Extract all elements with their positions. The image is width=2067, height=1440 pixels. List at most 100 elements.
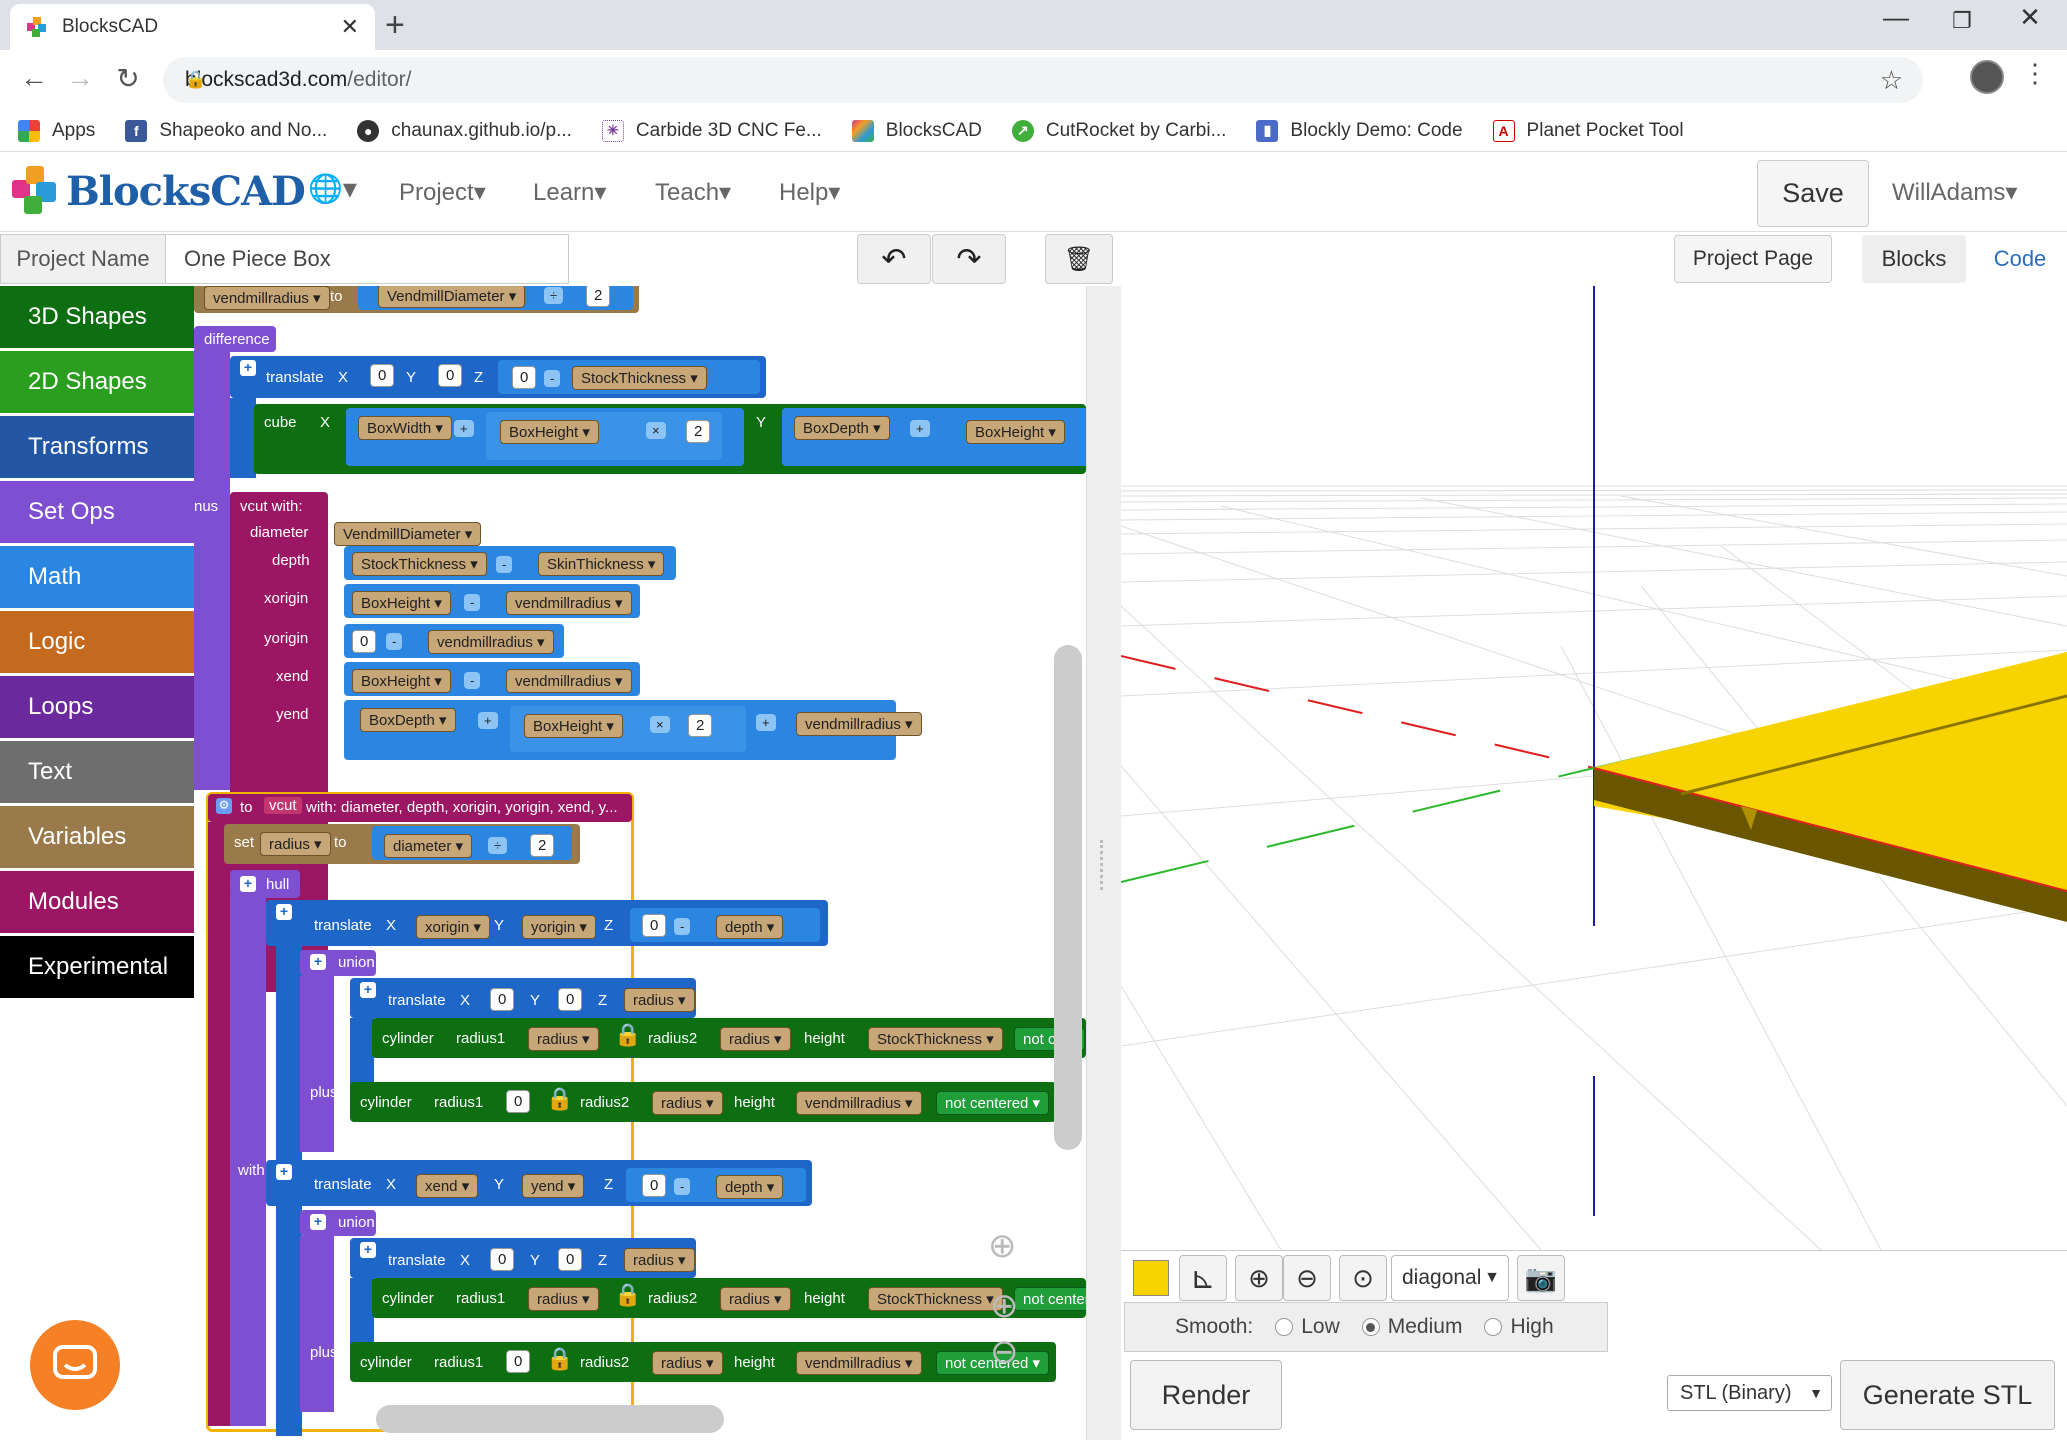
bookmark-planet-pocket[interactable]: A Planet Pocket Tool bbox=[1492, 119, 1684, 142]
screenshot-button[interactable]: 📷 bbox=[1517, 1255, 1565, 1301]
bookmark-star-icon[interactable]: ☆ bbox=[1880, 65, 1903, 96]
zoom-in-icon[interactable]: ⊕ bbox=[990, 1286, 1019, 1326]
smooth-options: Smooth: Low Medium High bbox=[1124, 1302, 1608, 1352]
tab-title: BlocksCAD bbox=[62, 16, 159, 37]
category-2d-shapes[interactable]: 2D Shapes bbox=[0, 351, 194, 413]
window-close-icon[interactable]: ✕ bbox=[2000, 2, 2060, 33]
category-set-ops[interactable]: Set Ops bbox=[0, 481, 194, 543]
smooth-medium-radio[interactable] bbox=[1361, 1318, 1380, 1336]
zoom-in-button[interactable]: ⊕ bbox=[1235, 1255, 1283, 1301]
restore-icon[interactable]: ❐ bbox=[1932, 8, 1992, 34]
lock-icon[interactable]: 🔒 bbox=[546, 1346, 573, 1372]
url-field[interactable]: 🔒 blockscad3d.com/editor/ ☆ bbox=[163, 57, 1923, 103]
github-icon: ● bbox=[357, 119, 380, 142]
bookmark-chaunax[interactable]: ● chaunax.github.io/p... bbox=[357, 119, 572, 142]
menu-project[interactable]: Project▾ bbox=[399, 178, 486, 207]
bookmark-carbide[interactable]: ✳ Carbide 3D CNC Fe... bbox=[601, 119, 822, 142]
zoom-out-button[interactable]: ⊖ bbox=[1283, 1255, 1331, 1301]
chat-launcher-button[interactable] bbox=[30, 1320, 120, 1410]
bookmark-shapeoko[interactable]: f Shapeoko and No... bbox=[125, 119, 327, 142]
browser-tab[interactable]: BlocksCAD ✕ bbox=[10, 4, 375, 50]
category-3d-shapes[interactable]: 3D Shapes bbox=[0, 286, 194, 348]
user-menu[interactable]: WillAdams▾ bbox=[1892, 178, 2017, 207]
axes-toggle-button[interactable]: ⊾ bbox=[1179, 1255, 1227, 1301]
new-tab-icon[interactable]: + bbox=[385, 6, 405, 45]
camera-icon: 📷 bbox=[1524, 1262, 1558, 1293]
render-button[interactable]: Render bbox=[1130, 1360, 1282, 1430]
reload-icon[interactable]: ↻ bbox=[108, 62, 148, 95]
workspace-horizontal-scrollbar[interactable] bbox=[376, 1405, 724, 1433]
tab-blocks[interactable]: Blocks bbox=[1862, 235, 1966, 283]
undo-button[interactable]: ↶ bbox=[857, 234, 931, 284]
url-host: blockscad3d.com bbox=[185, 68, 348, 91]
trash-icon: 🗑 bbox=[1063, 245, 1095, 273]
smooth-high-radio[interactable] bbox=[1484, 1318, 1503, 1336]
category-variables[interactable]: Variables bbox=[0, 806, 194, 868]
project-name-input[interactable]: One Piece Box bbox=[165, 234, 569, 284]
category-math[interactable]: Math bbox=[0, 546, 194, 608]
axes-icon: ⊾ bbox=[1190, 1261, 1216, 1295]
browser-menu-icon[interactable]: ⋮ bbox=[2022, 58, 2048, 89]
category-loops[interactable]: Loops bbox=[0, 676, 194, 738]
menu-help[interactable]: Help▾ bbox=[779, 178, 840, 207]
redo-button[interactable]: ↷ bbox=[932, 234, 1006, 284]
3d-viewer[interactable] bbox=[1121, 286, 2067, 1250]
category-logic[interactable]: Logic bbox=[0, 611, 194, 673]
export-format-select[interactable]: STL (Binary) ▼ bbox=[1667, 1375, 1832, 1411]
language-globe-icon[interactable]: 🌐▾ bbox=[308, 172, 357, 205]
var-vendmillradius[interactable]: vendmillradius ▾ bbox=[204, 286, 330, 310]
project-page-button[interactable]: Project Page bbox=[1674, 235, 1832, 283]
menu-learn[interactable]: Learn▾ bbox=[533, 178, 606, 207]
undo-icon: ↶ bbox=[881, 242, 907, 276]
center-workspace-icon[interactable]: ⊕ bbox=[988, 1226, 1017, 1266]
logo-text: BlocksCAD bbox=[66, 167, 306, 215]
settings-gear-icon[interactable]: ⚙ bbox=[216, 798, 232, 814]
menu-teach[interactable]: Teach▾ bbox=[655, 178, 731, 207]
project-name-label: Project Name bbox=[0, 234, 166, 284]
generate-stl-button[interactable]: Generate STL bbox=[1840, 1360, 2055, 1430]
minimize-icon[interactable]: — bbox=[1866, 2, 1926, 33]
object-color-swatch[interactable] bbox=[1133, 1260, 1169, 1296]
apps-grid-icon bbox=[18, 119, 40, 142]
lock-icon: 🔒 bbox=[185, 70, 207, 89]
blockscad-logo[interactable]: BlocksCAD bbox=[12, 166, 306, 216]
bookmark-blockly[interactable]: ▮ Blockly Demo: Code bbox=[1256, 119, 1463, 142]
avatar[interactable] bbox=[1970, 60, 2004, 94]
bookmark-apps[interactable]: Apps bbox=[18, 119, 95, 142]
category-text[interactable]: Text bbox=[0, 741, 194, 803]
blockly-icon: ▮ bbox=[1256, 119, 1279, 142]
tab-code[interactable]: Code bbox=[1975, 235, 2065, 283]
close-tab-icon[interactable]: ✕ bbox=[341, 14, 359, 40]
lock-icon[interactable]: 🔒 bbox=[614, 1022, 641, 1048]
planet-pocket-icon: A bbox=[1492, 119, 1515, 142]
facebook-icon: f bbox=[125, 119, 148, 142]
view-mode-select[interactable]: diagonal ▼ bbox=[1391, 1255, 1509, 1301]
carbide-icon: ✳ bbox=[601, 119, 624, 142]
bookmark-cutrocket[interactable]: ↗ CutRocket by Carbi... bbox=[1011, 119, 1226, 142]
smooth-low-radio[interactable] bbox=[1275, 1318, 1294, 1336]
difference-block[interactable]: difference bbox=[194, 326, 276, 352]
save-button[interactable]: Save bbox=[1757, 160, 1869, 227]
back-icon[interactable]: ← bbox=[14, 62, 54, 94]
category-transforms[interactable]: Transforms bbox=[0, 416, 194, 478]
zoom-out-icon[interactable]: ⊖ bbox=[990, 1332, 1019, 1372]
bookmark-blockscad[interactable]: BlocksCAD bbox=[851, 119, 982, 142]
divider-grip-icon[interactable] bbox=[1100, 840, 1108, 890]
category-modules[interactable]: Modules bbox=[0, 871, 194, 933]
workspace-vertical-scrollbar[interactable] bbox=[1054, 645, 1082, 1150]
zoom-in-icon: ⊕ bbox=[1248, 1262, 1270, 1293]
blocks-workspace[interactable]: vendmillradius ▾ to VendmillDiameter ▾ ÷… bbox=[194, 286, 1086, 1440]
expand-icon[interactable]: + bbox=[240, 360, 256, 376]
smooth-label: Smooth: bbox=[1175, 1315, 1254, 1338]
3d-scene bbox=[1121, 286, 2067, 1250]
viewer-toolbar: ⊾ ⊕ ⊖ ⊙ diagonal ▼ 📷 bbox=[1121, 1250, 2067, 1302]
category-experimental[interactable]: Experimental bbox=[0, 936, 194, 998]
lock-icon[interactable]: 🔒 bbox=[614, 1282, 641, 1308]
reset-view-button[interactable]: ⊙ bbox=[1339, 1255, 1387, 1301]
cutrocket-icon: ↗ bbox=[1011, 119, 1034, 142]
forward-icon[interactable]: → bbox=[60, 62, 100, 94]
target-icon: ⊙ bbox=[1352, 1262, 1374, 1293]
category-palette: 3D Shapes 2D Shapes Transforms Set Ops M… bbox=[0, 286, 194, 1001]
delete-button[interactable]: 🗑 bbox=[1045, 234, 1113, 284]
lock-icon[interactable]: 🔒 bbox=[546, 1086, 573, 1112]
